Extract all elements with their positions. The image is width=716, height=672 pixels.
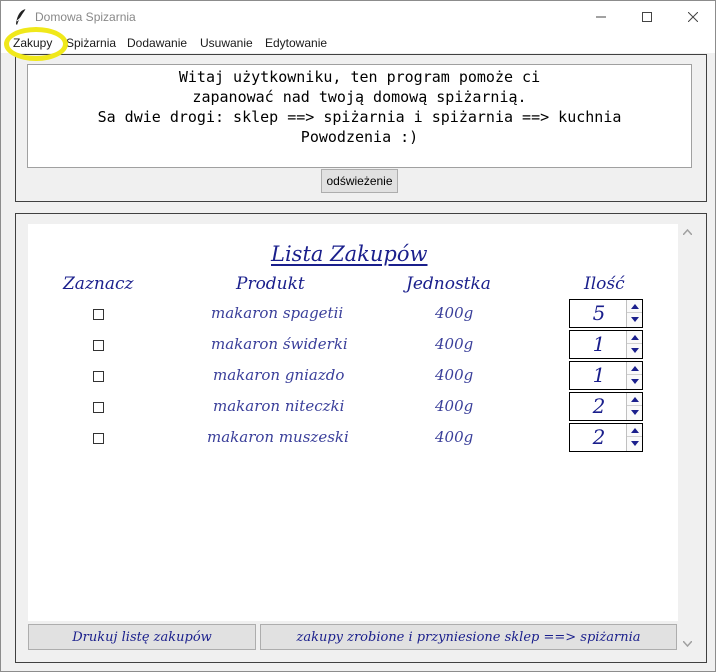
shopping-list-canvas: Lista Zakupów Zaznacz Produkt Jednostka … <box>28 224 678 621</box>
title-bar[interactable]: Domowa Spizarnia <box>1 1 715 33</box>
header-produkt: Produkt <box>236 274 305 294</box>
print-list-button[interactable]: Drukuj listę zakupów <box>28 624 256 650</box>
quantity-spinbox[interactable]: 5 <box>569 299 643 328</box>
quantity-spinbox[interactable]: 2 <box>569 423 643 452</box>
app-window: Domowa Spizarnia Zakupy Spiżarnia Dodawa… <box>0 0 716 672</box>
arrow-up-icon <box>630 427 639 433</box>
product-unit: 400g <box>435 335 474 353</box>
product-name: makaron gniazdo <box>213 366 345 384</box>
quantity-value: 5 <box>592 301 606 325</box>
window-title: Domowa Spizarnia <box>35 10 136 24</box>
welcome-panel: Witaj użytkowniku, ten program pomoże ci… <box>15 54 707 202</box>
spin-buttons <box>626 300 642 327</box>
product-unit: 400g <box>435 428 474 446</box>
feather-icon <box>14 8 28 26</box>
spin-buttons <box>626 362 642 389</box>
spin-down-button[interactable] <box>627 375 642 388</box>
welcome-text-box: Witaj użytkowniku, ten program pomoże ci… <box>27 64 692 168</box>
spin-buttons <box>626 331 642 358</box>
spin-down-button[interactable] <box>627 437 642 450</box>
vertical-scrollbar[interactable] <box>679 224 696 652</box>
product-name: makaron spagetii <box>211 304 344 322</box>
menu-edytowanie[interactable]: Edytowanie <box>265 36 327 50</box>
spin-up-button[interactable] <box>627 331 642 344</box>
menu-bar: Zakupy Spiżarnia Dodawanie Usuwanie Edyt… <box>1 33 715 53</box>
welcome-line: Witaj użytkowniku, ten program pomoże ci <box>178 68 541 86</box>
menu-dodawanie[interactable]: Dodawanie <box>127 36 187 50</box>
spin-up-button[interactable] <box>627 393 642 406</box>
header-zaznacz: Zaznacz <box>63 274 134 294</box>
spin-up-button[interactable] <box>627 424 642 437</box>
spin-buttons <box>626 424 642 451</box>
quantity-spinbox[interactable]: 1 <box>569 330 643 359</box>
header-ilosc: Ilość <box>584 274 625 294</box>
arrow-up-icon <box>630 365 639 371</box>
quantity-value: 1 <box>592 332 606 356</box>
refresh-button[interactable]: odświeżenie <box>321 169 398 193</box>
minimize-icon <box>596 16 606 18</box>
spin-down-button[interactable] <box>627 344 642 357</box>
row-checkbox[interactable] <box>93 371 104 382</box>
minimize-button[interactable] <box>578 1 624 33</box>
row-checkbox[interactable] <box>93 433 104 444</box>
arrow-down-icon <box>630 348 639 353</box>
close-button[interactable] <box>670 1 716 33</box>
welcome-line: Sa dwie drogi: sklep ==> spiżarnia i spi… <box>97 108 622 126</box>
menu-highlight-circle <box>4 27 68 61</box>
arrow-up-icon <box>630 334 639 340</box>
product-name: makaron świderki <box>211 335 348 353</box>
menu-spizarnia[interactable]: Spiżarnia <box>66 36 116 50</box>
arrow-down-icon <box>630 441 639 446</box>
spin-up-button[interactable] <box>627 300 642 313</box>
purchase-done-button[interactable]: zakupy zrobione i przyniesione sklep ==>… <box>260 624 677 650</box>
product-name: makaron muszeski <box>207 428 349 446</box>
row-checkbox[interactable] <box>93 309 104 320</box>
shopping-panel: Lista Zakupów Zaznacz Produkt Jednostka … <box>15 213 707 663</box>
welcome-line: zapanować nad twoją domową spiżarnią. <box>192 88 527 106</box>
product-unit: 400g <box>435 366 474 384</box>
row-checkbox[interactable] <box>93 402 104 413</box>
quantity-value: 1 <box>592 363 606 387</box>
quantity-spinbox[interactable]: 2 <box>569 392 643 421</box>
spin-buttons <box>626 393 642 420</box>
product-unit: 400g <box>435 304 474 322</box>
close-icon <box>688 12 698 22</box>
header-jednostka: Jednostka <box>406 274 491 294</box>
arrow-up-icon <box>630 303 639 309</box>
quantity-value: 2 <box>592 425 606 449</box>
arrow-up-icon <box>630 396 639 402</box>
row-checkbox[interactable] <box>93 340 104 351</box>
arrow-down-icon <box>630 410 639 415</box>
shopping-list-title: Lista Zakupów <box>271 242 428 266</box>
maximize-button[interactable] <box>624 1 670 33</box>
menu-usuwanie[interactable]: Usuwanie <box>200 36 253 50</box>
spin-up-button[interactable] <box>627 362 642 375</box>
scroll-down-icon[interactable] <box>682 640 693 650</box>
product-name: makaron niteczki <box>213 397 345 415</box>
quantity-spinbox[interactable]: 1 <box>569 361 643 390</box>
scroll-up-icon[interactable] <box>682 228 693 238</box>
maximize-icon <box>642 12 652 22</box>
welcome-line: Powodzenia :) <box>300 128 419 146</box>
spin-down-button[interactable] <box>627 406 642 419</box>
quantity-value: 2 <box>592 394 606 418</box>
arrow-down-icon <box>630 317 639 322</box>
product-unit: 400g <box>435 397 474 415</box>
spin-down-button[interactable] <box>627 313 642 326</box>
arrow-down-icon <box>630 379 639 384</box>
